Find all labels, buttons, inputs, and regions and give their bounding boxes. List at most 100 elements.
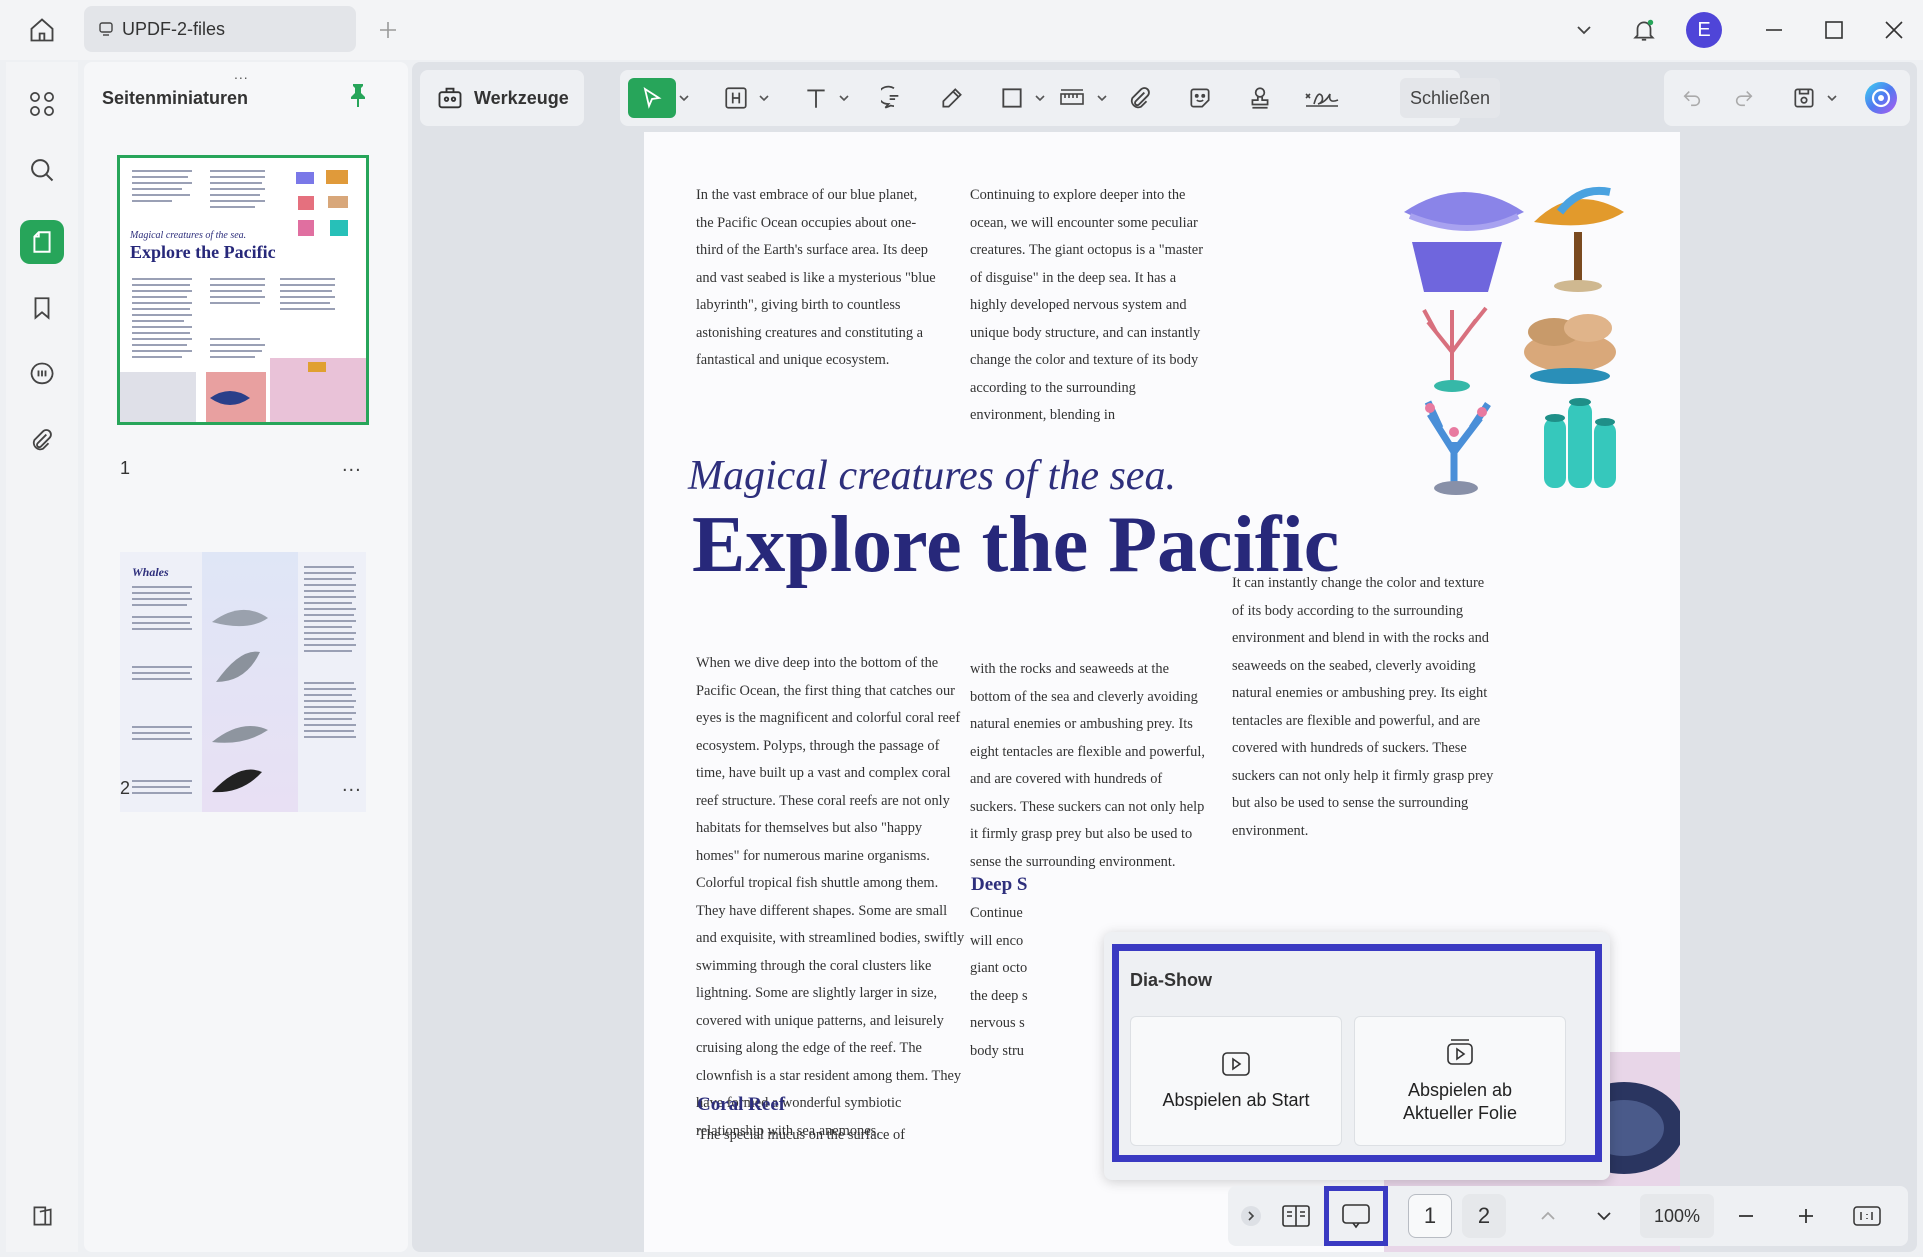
play-icon — [1222, 1051, 1250, 1076]
notifications-button[interactable] — [1624, 10, 1664, 50]
coral-reef-heading: Coral Reef — [697, 1094, 786, 1115]
column-1-body: When we dive deep into the bottom of the… — [696, 655, 965, 1139]
bottom-toolbar: 1 2 100% — [1228, 1186, 1908, 1246]
tools-button[interactable]: Werkzeuge — [420, 70, 584, 126]
close-window-button[interactable] — [1874, 10, 1914, 50]
thumbnail-page-2-more-button[interactable]: ... — [342, 774, 362, 797]
highlight-tool[interactable] — [716, 78, 756, 118]
play-from-current-button[interactable]: Abspielen ab Aktueller Folie — [1354, 1016, 1566, 1146]
thumbnail-page-1-more-button[interactable]: ... — [342, 454, 362, 477]
rail-bookmarks-button[interactable] — [20, 286, 64, 330]
svg-text:Explore the Pacific: Explore the Pacific — [130, 242, 276, 262]
coral-reef-text: The special mucus on the surface of — [698, 1127, 905, 1143]
slideshow-icon — [1447, 1039, 1473, 1065]
rail-comments-button[interactable] — [20, 352, 64, 396]
shape-icon — [1002, 88, 1022, 108]
thumbnail-page-1-preview: Magical creatures of the sea. Explore th… — [120, 158, 366, 422]
deep-sea-text: Continue will enco giant octo the deep s… — [970, 905, 1028, 1059]
comment-tool[interactable] — [874, 78, 914, 118]
ai-assistant-button[interactable] — [1860, 78, 1902, 118]
text-tool[interactable] — [796, 78, 836, 118]
expand-toolbar-button[interactable] — [1234, 1194, 1268, 1238]
undo-button[interactable] — [1672, 78, 1712, 118]
thumbnail-page-2[interactable]: Whales — [120, 552, 366, 812]
page-layout-button[interactable] — [1274, 1194, 1318, 1238]
thumbnail-page-1[interactable]: Magical creatures of the sea. Explore th… — [117, 155, 369, 425]
shape-tool[interactable] — [992, 78, 1032, 118]
home-button[interactable] — [22, 12, 62, 48]
signature-tool[interactable] — [1300, 78, 1344, 118]
zoom-out-icon — [1739, 1215, 1753, 1217]
redo-button[interactable] — [1724, 78, 1764, 118]
measure-tool-dropdown[interactable] — [1094, 78, 1110, 118]
paperclip-icon — [1130, 87, 1150, 109]
highlight-tool-dropdown[interactable] — [756, 78, 772, 118]
sea-creatures-illustration — [1384, 182, 1644, 512]
ai-assistant-icon — [1865, 82, 1897, 114]
pen-tool[interactable] — [932, 78, 972, 118]
play-from-start-label: Abspielen ab Start — [1162, 1089, 1310, 1110]
account-button[interactable]: E — [1684, 10, 1724, 50]
slideshow-icon — [1342, 1204, 1370, 1229]
select-tool-dropdown[interactable] — [676, 78, 692, 118]
play-from-start-button[interactable]: Abspielen ab Start — [1130, 1016, 1342, 1146]
pin-button[interactable] — [346, 82, 370, 108]
rail-search-button[interactable] — [20, 148, 64, 192]
previous-page-button[interactable] — [1528, 1194, 1568, 1238]
chevron-down-icon — [1035, 95, 1045, 102]
file-icon — [99, 22, 113, 36]
stamp-tool[interactable] — [1240, 78, 1280, 118]
rail-pages-button[interactable] — [20, 220, 64, 264]
undo-icon — [1683, 91, 1701, 107]
stamp-icon — [1251, 87, 1269, 109]
panel-resize-grip[interactable]: ... — [234, 66, 249, 82]
page-1-button[interactable]: 1 — [1408, 1194, 1452, 1238]
sticker-tool[interactable] — [1180, 78, 1220, 118]
bell-icon — [1633, 19, 1655, 41]
save-dropdown[interactable] — [1824, 78, 1840, 118]
chevron-down-icon — [1577, 26, 1591, 35]
mushroom-coral-image — [1524, 314, 1616, 384]
highlight-icon — [725, 87, 747, 109]
annotation-toolbar: Schließen — [620, 70, 1500, 126]
close-tools-button[interactable]: Schließen — [1400, 78, 1500, 118]
page-2-button[interactable]: 2 — [1462, 1194, 1506, 1238]
thumbnail-page-number-2: 2 — [120, 778, 131, 798]
svg-text:Magical creatures of the sea.: Magical creatures of the sea. — [129, 230, 246, 241]
pen-icon — [942, 88, 962, 108]
save-button[interactable] — [1784, 78, 1824, 118]
close-icon — [1885, 21, 1903, 39]
fit-icon — [1853, 1206, 1881, 1226]
chevron-down-icon — [1827, 95, 1837, 102]
zoom-out-button[interactable] — [1726, 1194, 1766, 1238]
rail-attachments-button[interactable] — [20, 418, 64, 462]
zoom-level[interactable]: 100% — [1640, 1194, 1714, 1238]
zoom-in-button[interactable] — [1786, 1194, 1826, 1238]
page-layout-icon — [1282, 1205, 1310, 1227]
minimize-button[interactable] — [1754, 10, 1794, 50]
plus-icon — [380, 22, 396, 38]
file-tab[interactable]: UPDF-2-files — [84, 6, 356, 52]
column-2-intro: Continuing to explore deeper into the oc… — [970, 187, 1203, 423]
measure-tool[interactable] — [1052, 78, 1092, 118]
maximize-button[interactable] — [1814, 10, 1854, 50]
attach-tool[interactable] — [1120, 78, 1160, 118]
text-tool-dropdown[interactable] — [836, 78, 852, 118]
next-page-button[interactable] — [1584, 1194, 1624, 1238]
actual-size-button[interactable] — [1846, 1194, 1888, 1238]
slideshow-button[interactable] — [1324, 1186, 1388, 1246]
shape-tool-dropdown[interactable] — [1032, 78, 1048, 118]
tabs-dropdown-button[interactable] — [1564, 10, 1604, 50]
search-icon — [31, 159, 54, 182]
slideshow-popup: Dia-Show Abspielen ab Start Abspielen ab… — [1104, 932, 1610, 1180]
deep-sea-heading: Deep S — [971, 874, 1028, 895]
chevron-down-icon — [1597, 1212, 1611, 1221]
attachment-icon — [32, 429, 52, 451]
rail-thumbnails-button[interactable] — [20, 82, 64, 126]
select-tool[interactable] — [628, 78, 676, 118]
tube-coral-image — [1544, 398, 1616, 488]
add-tab-button[interactable] — [372, 14, 404, 46]
chevron-right-icon — [1241, 1206, 1261, 1226]
rail-layers-button[interactable] — [20, 1194, 64, 1238]
toolbox-icon — [438, 87, 462, 109]
